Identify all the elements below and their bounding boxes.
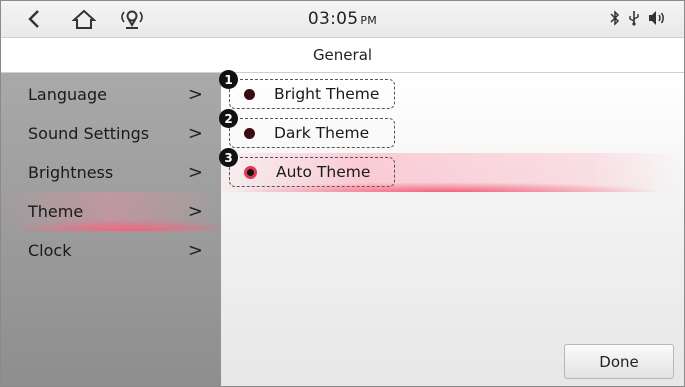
chevron-right-icon: > <box>187 84 203 105</box>
radio-button-selected[interactable] <box>244 165 257 179</box>
volume-icon <box>648 10 666 30</box>
sidebar-item-theme[interactable]: Theme > <box>1 192 221 231</box>
sidebar-item-sound-settings[interactable]: Sound Settings > <box>1 114 221 153</box>
sidebar-item-label: Language <box>28 85 107 104</box>
clock-ampm: PM <box>360 14 378 27</box>
bluetooth-icon <box>610 10 620 30</box>
sidebar-item-label: Theme <box>28 202 84 221</box>
sidebar-item-language[interactable]: Language > <box>1 75 221 114</box>
sidebar-item-clock[interactable]: Clock > <box>1 231 221 270</box>
callout-badge-2: 2 <box>219 109 238 128</box>
done-button[interactable]: Done <box>564 344 674 379</box>
theme-panel: Bright Theme Dark Theme Auto Theme Done <box>221 73 684 386</box>
status-icons <box>610 10 666 30</box>
theme-option-box[interactable]: Auto Theme <box>229 157 395 187</box>
theme-label: Dark Theme <box>274 124 370 142</box>
screen: 03:05 PM General Language > Sound Setting… <box>0 0 685 387</box>
radio-button[interactable] <box>244 88 255 100</box>
status-clock: 03:05 PM <box>1 9 684 29</box>
sidebar-item-label: Sound Settings <box>28 124 150 143</box>
theme-option-bright[interactable]: Bright Theme <box>221 75 684 114</box>
chevron-right-icon: > <box>187 123 203 144</box>
theme-option-auto[interactable]: Auto Theme <box>221 153 684 192</box>
sidebar-item-brightness[interactable]: Brightness > <box>1 153 221 192</box>
callout-badge-3: 3 <box>219 148 238 167</box>
usb-icon <box>628 10 640 30</box>
theme-label: Bright Theme <box>274 85 380 103</box>
sidebar-item-label: Brightness <box>28 163 114 182</box>
callout-badge-1: 1 <box>219 70 238 89</box>
theme-option-dark[interactable]: Dark Theme <box>221 114 684 153</box>
clock-time: 03:05 <box>307 9 359 29</box>
chevron-right-icon: > <box>187 162 203 183</box>
theme-option-box[interactable]: Bright Theme <box>229 79 395 109</box>
sidebar-item-label: Clock <box>28 241 72 260</box>
status-bar: 03:05 PM <box>1 1 684 38</box>
radio-button[interactable] <box>244 127 255 139</box>
sidebar: Language > Sound Settings > Brightness >… <box>1 73 221 386</box>
theme-option-box[interactable]: Dark Theme <box>229 118 395 148</box>
page-title: General <box>312 46 373 64</box>
theme-label: Auto Theme <box>276 163 371 181</box>
chevron-right-icon: > <box>187 201 203 222</box>
chevron-right-icon: > <box>187 240 203 261</box>
page-header: General <box>1 38 684 73</box>
